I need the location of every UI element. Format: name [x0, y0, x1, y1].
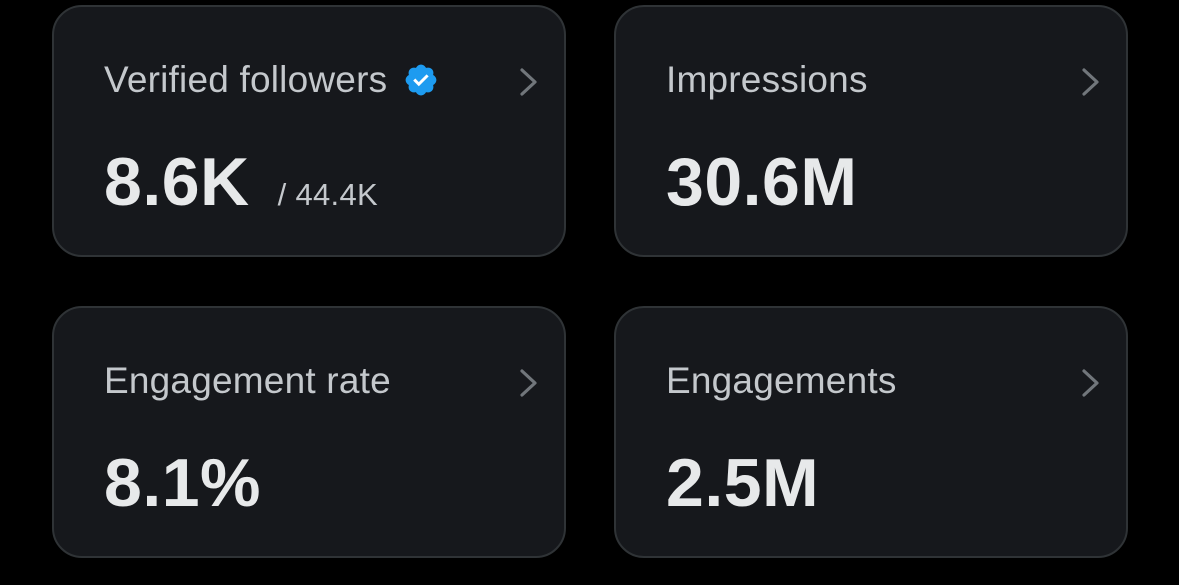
card-title: Engagement rate	[104, 360, 391, 401]
verified-followers-card[interactable]: Verified followers 8.6K / 44.4K	[52, 5, 566, 257]
card-value: 8.1%	[104, 445, 261, 521]
impressions-card[interactable]: Impressions 30.6M	[614, 5, 1128, 257]
verified-badge-icon	[403, 62, 439, 98]
card-title-row: Engagements	[666, 358, 897, 404]
card-title: Verified followers	[104, 59, 388, 100]
card-value-row: 8.6K / 44.4K	[104, 142, 378, 222]
card-title: Impressions	[666, 59, 868, 100]
card-value-row: 30.6M	[666, 142, 858, 222]
card-value: 30.6M	[666, 144, 858, 220]
engagements-card[interactable]: Engagements 2.5M	[614, 306, 1128, 558]
card-title-row: Verified followers	[104, 57, 439, 103]
chevron-right-icon	[1078, 366, 1104, 400]
card-subvalue: / 44.4K	[277, 177, 378, 212]
card-value: 8.6K	[104, 144, 250, 220]
card-title-row: Impressions	[666, 57, 868, 103]
card-value: 2.5M	[666, 445, 820, 521]
card-value-row: 8.1%	[104, 443, 261, 523]
card-title: Engagements	[666, 360, 897, 401]
chevron-right-icon	[516, 366, 542, 400]
engagement-rate-card[interactable]: Engagement rate 8.1%	[52, 306, 566, 558]
card-title-row: Engagement rate	[104, 358, 391, 404]
chevron-right-icon	[1078, 65, 1104, 99]
chevron-right-icon	[516, 65, 542, 99]
card-value-row: 2.5M	[666, 443, 819, 523]
